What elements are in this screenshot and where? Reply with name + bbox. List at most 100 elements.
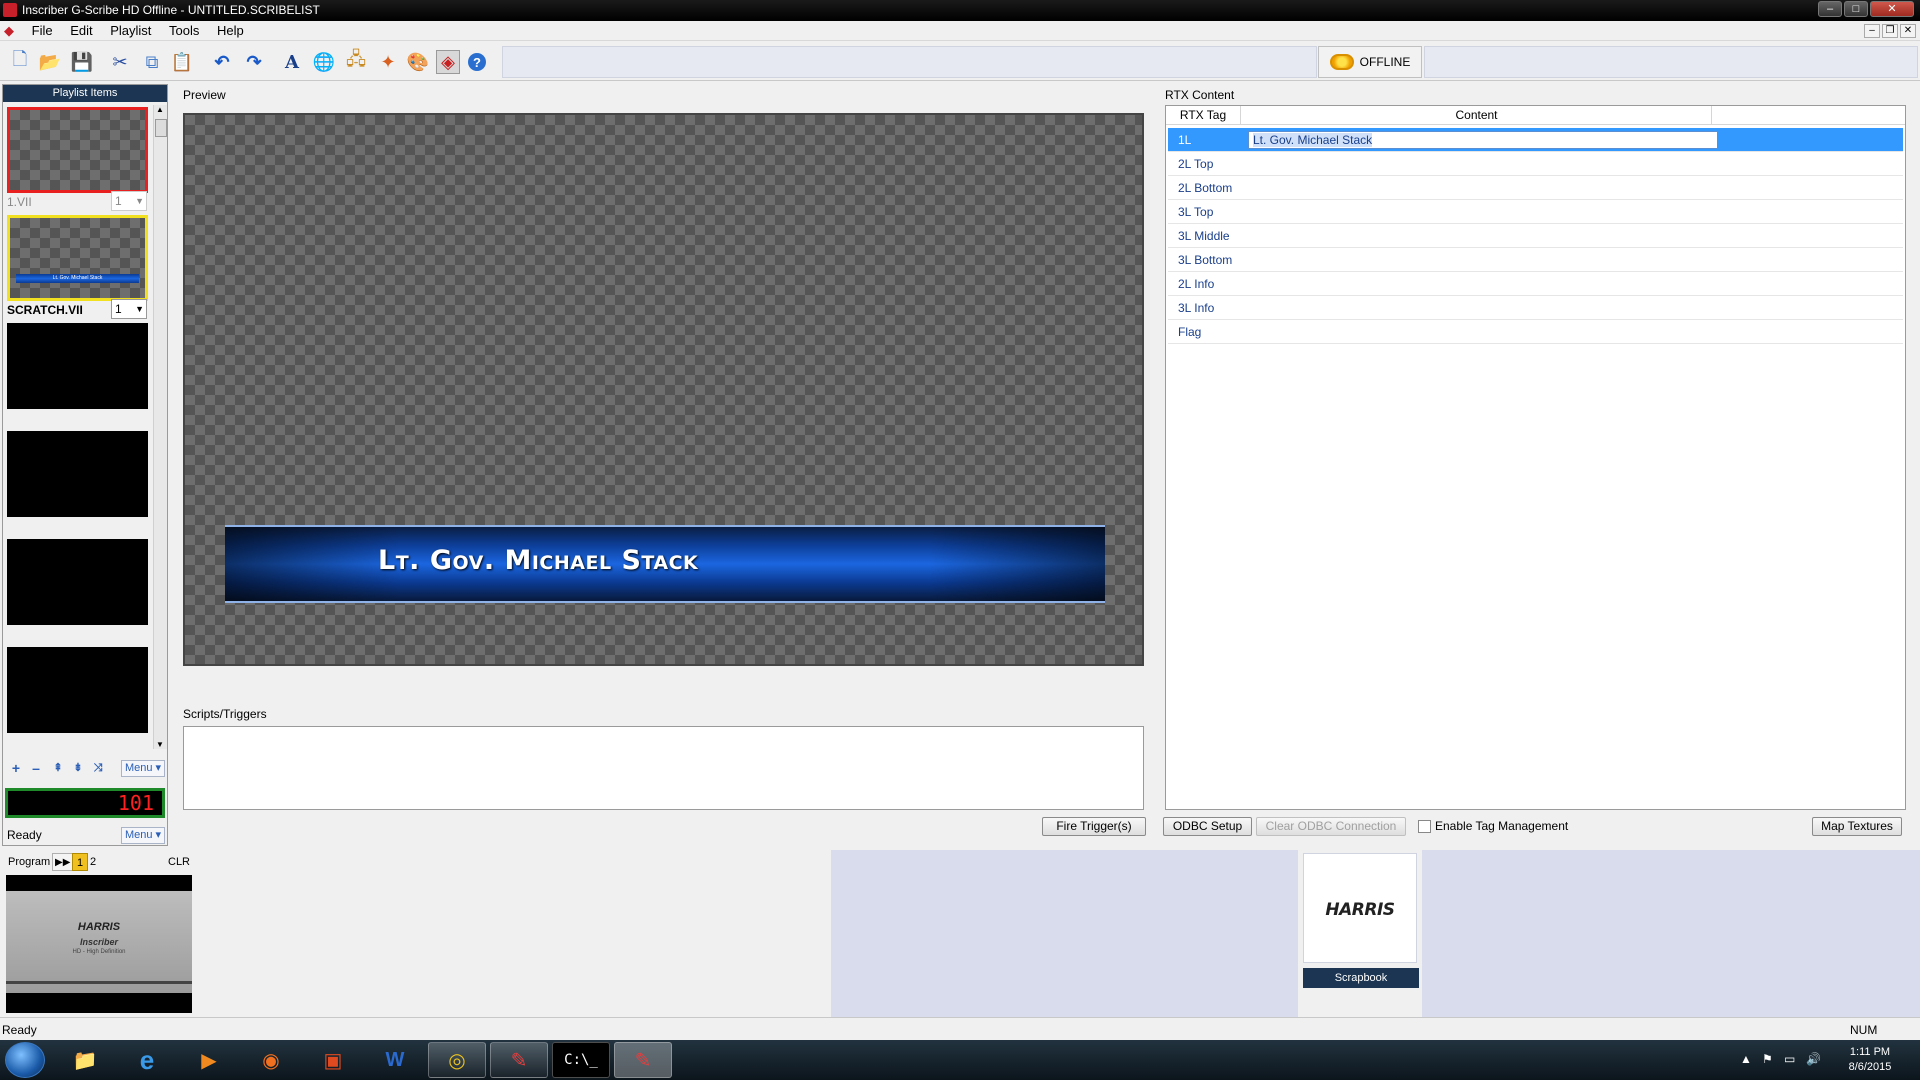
inscriber-icon-2[interactable]: ✎: [614, 1042, 672, 1078]
app-menu-icon[interactable]: ◆: [0, 21, 21, 41]
playlist-scrollbar[interactable]: ▲ ▼: [153, 105, 167, 749]
presentation-icon[interactable]: ▣: [304, 1042, 362, 1078]
move-up-icon[interactable]: ⇞: [51, 761, 65, 775]
start-button[interactable]: [5, 1042, 45, 1078]
chevron-down-icon: ▼: [135, 304, 144, 314]
network-tray-icon[interactable]: ▭: [1784, 1052, 1795, 1066]
preview-label: Preview: [183, 88, 226, 102]
playlist-empty-slot[interactable]: [7, 539, 148, 625]
playlist-item-2-layer-select[interactable]: 1 ▼: [111, 299, 147, 319]
scrapbook-thumbnail[interactable]: HARRIS: [1303, 853, 1417, 963]
cut-icon[interactable]: ✂: [108, 50, 132, 74]
column-header-content[interactable]: Content: [1242, 106, 1712, 125]
text-icon[interactable]: A: [280, 50, 304, 74]
rtx-row[interactable]: 3L Middle: [1168, 224, 1903, 248]
add-item-icon[interactable]: +: [9, 761, 23, 775]
scrapbook-label[interactable]: Scrapbook: [1303, 968, 1419, 988]
help-icon[interactable]: ?: [468, 53, 486, 71]
cube-icon[interactable]: ◈: [436, 50, 460, 74]
system-clock[interactable]: 1:11 PM 8/6/2015: [1835, 1045, 1905, 1075]
media-player-icon[interactable]: ▶: [180, 1042, 238, 1078]
minimize-button[interactable]: –: [1818, 1, 1842, 17]
mdi-restore-button[interactable]: ❐: [1882, 24, 1898, 38]
fire-triggers-button[interactable]: Fire Trigger(s): [1042, 817, 1146, 836]
network-icon[interactable]: 🖧: [344, 49, 368, 74]
close-button[interactable]: ✕: [1870, 1, 1914, 17]
program-thumb-background: HARRIS Inscriber HD - High Definition: [6, 891, 192, 993]
save-icon[interactable]: 💾: [70, 50, 94, 74]
inscriber-icon[interactable]: ✎: [490, 1042, 548, 1078]
chrome-icon[interactable]: ◎: [428, 1042, 486, 1078]
new-icon[interactable]: 🗋: [8, 49, 32, 74]
action-center-flag-icon[interactable]: ⚑: [1762, 1052, 1773, 1066]
menu-file[interactable]: File: [25, 21, 60, 40]
scroll-thumb[interactable]: [155, 119, 167, 137]
playlist-item-1-thumbnail[interactable]: [7, 107, 148, 193]
cmd-icon[interactable]: C:\_: [552, 1042, 610, 1078]
scripts-textarea[interactable]: [183, 726, 1144, 810]
menu-help[interactable]: Help: [210, 21, 251, 40]
program-thumbnail[interactable]: HARRIS Inscriber HD - High Definition: [6, 875, 192, 1013]
menu-playlist[interactable]: Playlist: [103, 21, 158, 40]
maximize-button[interactable]: □: [1844, 1, 1868, 17]
rtx-row[interactable]: 2L Info: [1168, 272, 1903, 296]
clock-time: 1:11 PM: [1849, 1046, 1891, 1058]
status-bar: Ready NUM: [0, 1017, 1920, 1039]
rtx-tag: 2L Bottom: [1178, 181, 1233, 195]
scroll-down-icon[interactable]: ▼: [156, 740, 164, 749]
enable-tag-management-checkbox[interactable]: [1418, 820, 1431, 833]
open-icon[interactable]: 📂: [38, 50, 62, 74]
rtx-row[interactable]: 2L Bottom: [1168, 176, 1903, 200]
remove-item-icon[interactable]: –: [29, 761, 43, 775]
mdi-minimize-button[interactable]: –: [1864, 24, 1880, 38]
rtx-row[interactable]: 3L Top: [1168, 200, 1903, 224]
playlist-menu-button[interactable]: Menu ▾: [121, 760, 165, 777]
volume-icon[interactable]: 🔊: [1806, 1052, 1821, 1066]
copy-icon[interactable]: ⧉: [140, 50, 164, 74]
odbc-setup-button[interactable]: ODBC Setup: [1163, 817, 1252, 836]
rtx-grid-header: RTX Tag Content: [1166, 106, 1905, 125]
rtx-content-input[interactable]: Lt. Gov. Michael Stack: [1248, 131, 1718, 149]
playlist-menu-button-2[interactable]: Menu ▾: [121, 827, 165, 844]
mdi-close-button[interactable]: ✕: [1900, 24, 1916, 38]
rtx-row[interactable]: 3L Bottom: [1168, 248, 1903, 272]
rtx-row[interactable]: 3L Info: [1168, 296, 1903, 320]
program-clear-button[interactable]: CLR: [164, 853, 194, 871]
firefox-icon[interactable]: ◉: [242, 1042, 300, 1078]
rtx-content-value: Lt. Gov. Michael Stack: [1253, 133, 1373, 147]
column-header-rtx-tag[interactable]: RTX Tag: [1166, 106, 1241, 125]
word-icon[interactable]: W: [366, 1042, 424, 1078]
rtx-row[interactable]: 2L Top: [1168, 152, 1903, 176]
clear-odbc-button[interactable]: Clear ODBC Connection: [1256, 817, 1406, 836]
paste-icon[interactable]: 📋: [170, 50, 194, 74]
rtx-row[interactable]: Flag: [1168, 320, 1903, 344]
redo-icon[interactable]: ↷: [242, 50, 266, 74]
map-textures-button[interactable]: Map Textures: [1812, 817, 1902, 836]
playlist-empty-slot[interactable]: [7, 647, 148, 733]
program-tab-2[interactable]: 2: [86, 853, 100, 871]
fast-forward-icon[interactable]: ▶▶: [52, 853, 74, 871]
playlist-item-1-layer-select[interactable]: 1 ▼: [111, 191, 147, 211]
rtx-content-label: RTX Content: [1165, 88, 1235, 102]
globe-icon[interactable]: 🌐: [312, 50, 336, 74]
playlist-empty-slot[interactable]: [7, 431, 148, 517]
clock-date: 8/6/2015: [1848, 1061, 1892, 1073]
menu-edit[interactable]: Edit: [63, 21, 99, 40]
show-hidden-icons-icon[interactable]: ▲: [1740, 1052, 1752, 1066]
undo-icon[interactable]: ↶: [210, 50, 234, 74]
playlist-item-2-thumbnail[interactable]: Lt. Gov. Michael Stack: [7, 215, 148, 301]
ie-icon[interactable]: e: [118, 1042, 176, 1078]
rtx-row[interactable]: 1L Lt. Gov. Michael Stack: [1168, 128, 1903, 152]
preview-canvas[interactable]: Lt. Gov. Michael Stack: [183, 113, 1144, 666]
palette-icon[interactable]: 🎨: [406, 50, 430, 74]
menu-tools[interactable]: Tools: [162, 21, 206, 40]
effects-icon[interactable]: ✦: [376, 50, 400, 74]
offline-button[interactable]: OFFLINE: [1318, 46, 1422, 78]
playlist-empty-slot[interactable]: [7, 323, 148, 409]
explorer-icon[interactable]: 📁: [56, 1042, 114, 1078]
shuffle-icon[interactable]: ⤨: [91, 761, 105, 775]
move-down-icon[interactable]: ⇟: [71, 761, 85, 775]
playlist-header: Playlist Items: [3, 85, 167, 102]
bottom-panel-blank: [200, 850, 831, 1017]
scroll-up-icon[interactable]: ▲: [156, 105, 164, 114]
